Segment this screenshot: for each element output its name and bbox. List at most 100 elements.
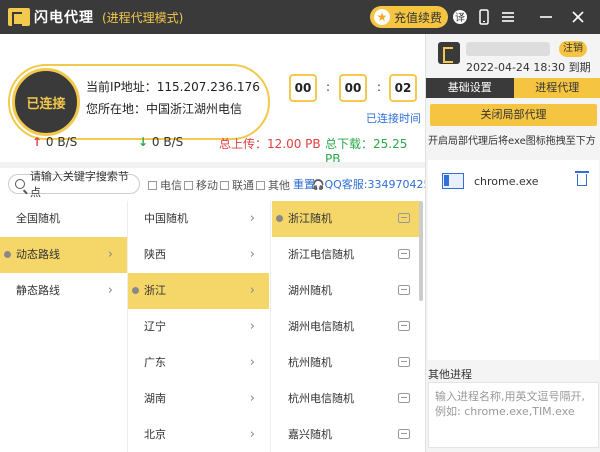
main-panel: 已连接 当前IP地址：115.207.236.176 您所在地：中国浙江湖州电信…	[0, 34, 425, 452]
process-drop-area[interactable]: chrome.exe	[428, 160, 599, 360]
checkbox-icon	[148, 180, 157, 190]
settings-tabs: 基础设置 进程代理	[426, 78, 600, 98]
chevron-right-icon: ›	[107, 247, 113, 262]
chevron-right-icon: ›	[249, 427, 255, 442]
connect-toggle-button[interactable]: 已连接	[12, 68, 80, 136]
filter-label: 电信	[160, 179, 182, 192]
city-list: 浙江随机 浙江电信随机 湖州随机 湖州电信随机 杭州随机 杭州电信随机 嘉兴随机	[272, 201, 422, 452]
list-item-label: 动态路线	[16, 248, 60, 261]
message-icon[interactable]	[398, 213, 410, 223]
list-item[interactable]: 全国随机	[0, 201, 127, 237]
checkbox-icon	[220, 180, 229, 190]
list-item[interactable]: 嘉兴随机	[272, 417, 422, 452]
province-list: 中国随机 › 陕西 › 浙江 › 辽宁 › 广东 › 湖南 › 北京 ›	[128, 201, 269, 452]
other-process-label: 其他进程	[428, 368, 472, 381]
timer-colon: :	[326, 80, 331, 94]
list-item-label: 湖州随机	[288, 284, 332, 297]
translate-icon[interactable]: 译	[452, 9, 468, 25]
process-name: chrome.exe	[474, 174, 539, 188]
minimize-icon[interactable]	[538, 9, 554, 25]
scrollbar[interactable]	[419, 201, 423, 301]
list-item-label: 北京	[144, 428, 166, 441]
filter-mobile[interactable]: 移动	[184, 177, 218, 193]
drag-hint: 开启局部代理后将exe图标拖拽至下方	[428, 136, 596, 147]
list-item[interactable]: 湖州随机	[272, 273, 422, 309]
search-icon	[15, 179, 25, 189]
trash-icon[interactable]	[575, 171, 589, 186]
list-item[interactable]: 广东 ›	[128, 345, 269, 381]
list-item[interactable]: 中国随机 ›	[128, 201, 269, 237]
region-type-list: 全国随机 动态路线 › 静态路线 ›	[0, 201, 127, 309]
divider	[270, 201, 271, 452]
list-item-label: 中国随机	[144, 212, 188, 225]
message-icon[interactable]	[398, 357, 410, 367]
menu-icon[interactable]	[500, 9, 516, 25]
list-item[interactable]: 静态路线 ›	[0, 273, 127, 309]
list-item[interactable]: 北京 ›	[128, 417, 269, 452]
list-item[interactable]: 动态路线 ›	[0, 237, 127, 273]
selected-dot-icon	[4, 251, 11, 258]
phone-icon[interactable]	[476, 9, 492, 25]
recharge-button[interactable]: ★ 充值续费	[370, 6, 448, 28]
app-logo-icon	[8, 8, 30, 26]
message-icon[interactable]	[398, 321, 410, 331]
close-icon[interactable]	[570, 9, 586, 25]
process-item[interactable]: chrome.exe	[432, 166, 593, 196]
timer-colon: :	[377, 80, 382, 94]
message-icon[interactable]	[398, 393, 410, 403]
chevron-right-icon: ›	[249, 247, 255, 262]
search-placeholder: 请输入关键字搜索节点	[29, 170, 129, 199]
list-item[interactable]: 杭州随机	[272, 345, 422, 381]
exe-icon	[442, 173, 464, 189]
message-icon[interactable]	[398, 249, 410, 259]
tab-basic-settings[interactable]: 基础设置	[426, 78, 514, 98]
list-item-label: 嘉兴随机	[288, 428, 332, 441]
mode-label: (进程代理模式)	[102, 10, 184, 25]
download-speed: ↓ 0 B/S	[138, 135, 183, 149]
list-item[interactable]: 浙江电信随机	[272, 237, 422, 273]
recharge-label: 充值续费	[394, 10, 443, 25]
list-item[interactable]: 浙江 ›	[128, 273, 269, 309]
message-icon[interactable]	[398, 285, 410, 295]
list-item[interactable]: 浙江随机	[272, 201, 422, 237]
close-local-proxy-button[interactable]: 关闭局部代理	[430, 104, 597, 126]
list-item-label: 浙江电信随机	[288, 248, 354, 261]
connection-status-box: 已连接 当前IP地址：115.207.236.176 您所在地：中国浙江湖州电信	[8, 64, 270, 140]
list-item[interactable]: 杭州电信随机	[272, 381, 422, 417]
qq-support[interactable]: 🎧QQ客服:3349704254	[312, 176, 425, 192]
list-item[interactable]: 辽宁 ›	[128, 309, 269, 345]
list-item[interactable]: 湖南 ›	[128, 381, 269, 417]
list-item-label: 全国随机	[16, 212, 60, 225]
list-item[interactable]: 湖州电信随机	[272, 309, 422, 345]
logout-button[interactable]: 注销	[559, 41, 587, 57]
down-arrow-icon: ↓	[138, 135, 149, 149]
node-search-input[interactable]: 请输入关键字搜索节点	[8, 170, 140, 199]
tab-process-proxy[interactable]: 进程代理	[513, 78, 600, 98]
chevron-right-icon: ›	[249, 391, 255, 406]
chevron-right-icon: ›	[107, 283, 113, 298]
list-item[interactable]: 陕西 ›	[128, 237, 269, 273]
filter-unicom[interactable]: 联通	[220, 177, 254, 193]
list-item-label: 杭州随机	[288, 356, 332, 369]
chevron-right-icon: ›	[249, 211, 255, 226]
current-location: 您所在地：中国浙江湖州电信	[86, 102, 243, 116]
total-upload: 总上传：12.00 PB	[219, 137, 321, 151]
app-logo-text: 闪电代理	[34, 10, 94, 26]
right-panel: 注销 2022-04-24 18:30 到期 基础设置 进程代理 关闭局部代理 …	[425, 34, 600, 452]
filter-label: 移动	[196, 179, 218, 192]
message-icon[interactable]	[398, 429, 410, 439]
chevron-right-icon: ›	[249, 319, 255, 334]
filter-other[interactable]: 其他	[256, 177, 290, 193]
expiry-date: 2022-04-24 18:30 到期	[466, 61, 591, 74]
timer-hours: 00	[289, 74, 317, 102]
filter-label: 其他	[268, 179, 290, 192]
download-speed-value: 0 B/S	[151, 135, 184, 149]
list-item-label: 静态路线	[16, 284, 60, 297]
upload-speed: ↑ 0 B/S	[32, 135, 77, 149]
user-avatar-icon	[438, 42, 460, 64]
timer-minutes: 00	[339, 74, 367, 102]
selected-dot-icon	[132, 287, 139, 294]
other-process-input[interactable]: 输入进程名称,用英文逗号隔开,例如: chrome.exe,TIM.exe	[428, 382, 599, 448]
chevron-right-icon: ›	[249, 355, 255, 370]
filter-telecom[interactable]: 电信	[148, 177, 182, 193]
